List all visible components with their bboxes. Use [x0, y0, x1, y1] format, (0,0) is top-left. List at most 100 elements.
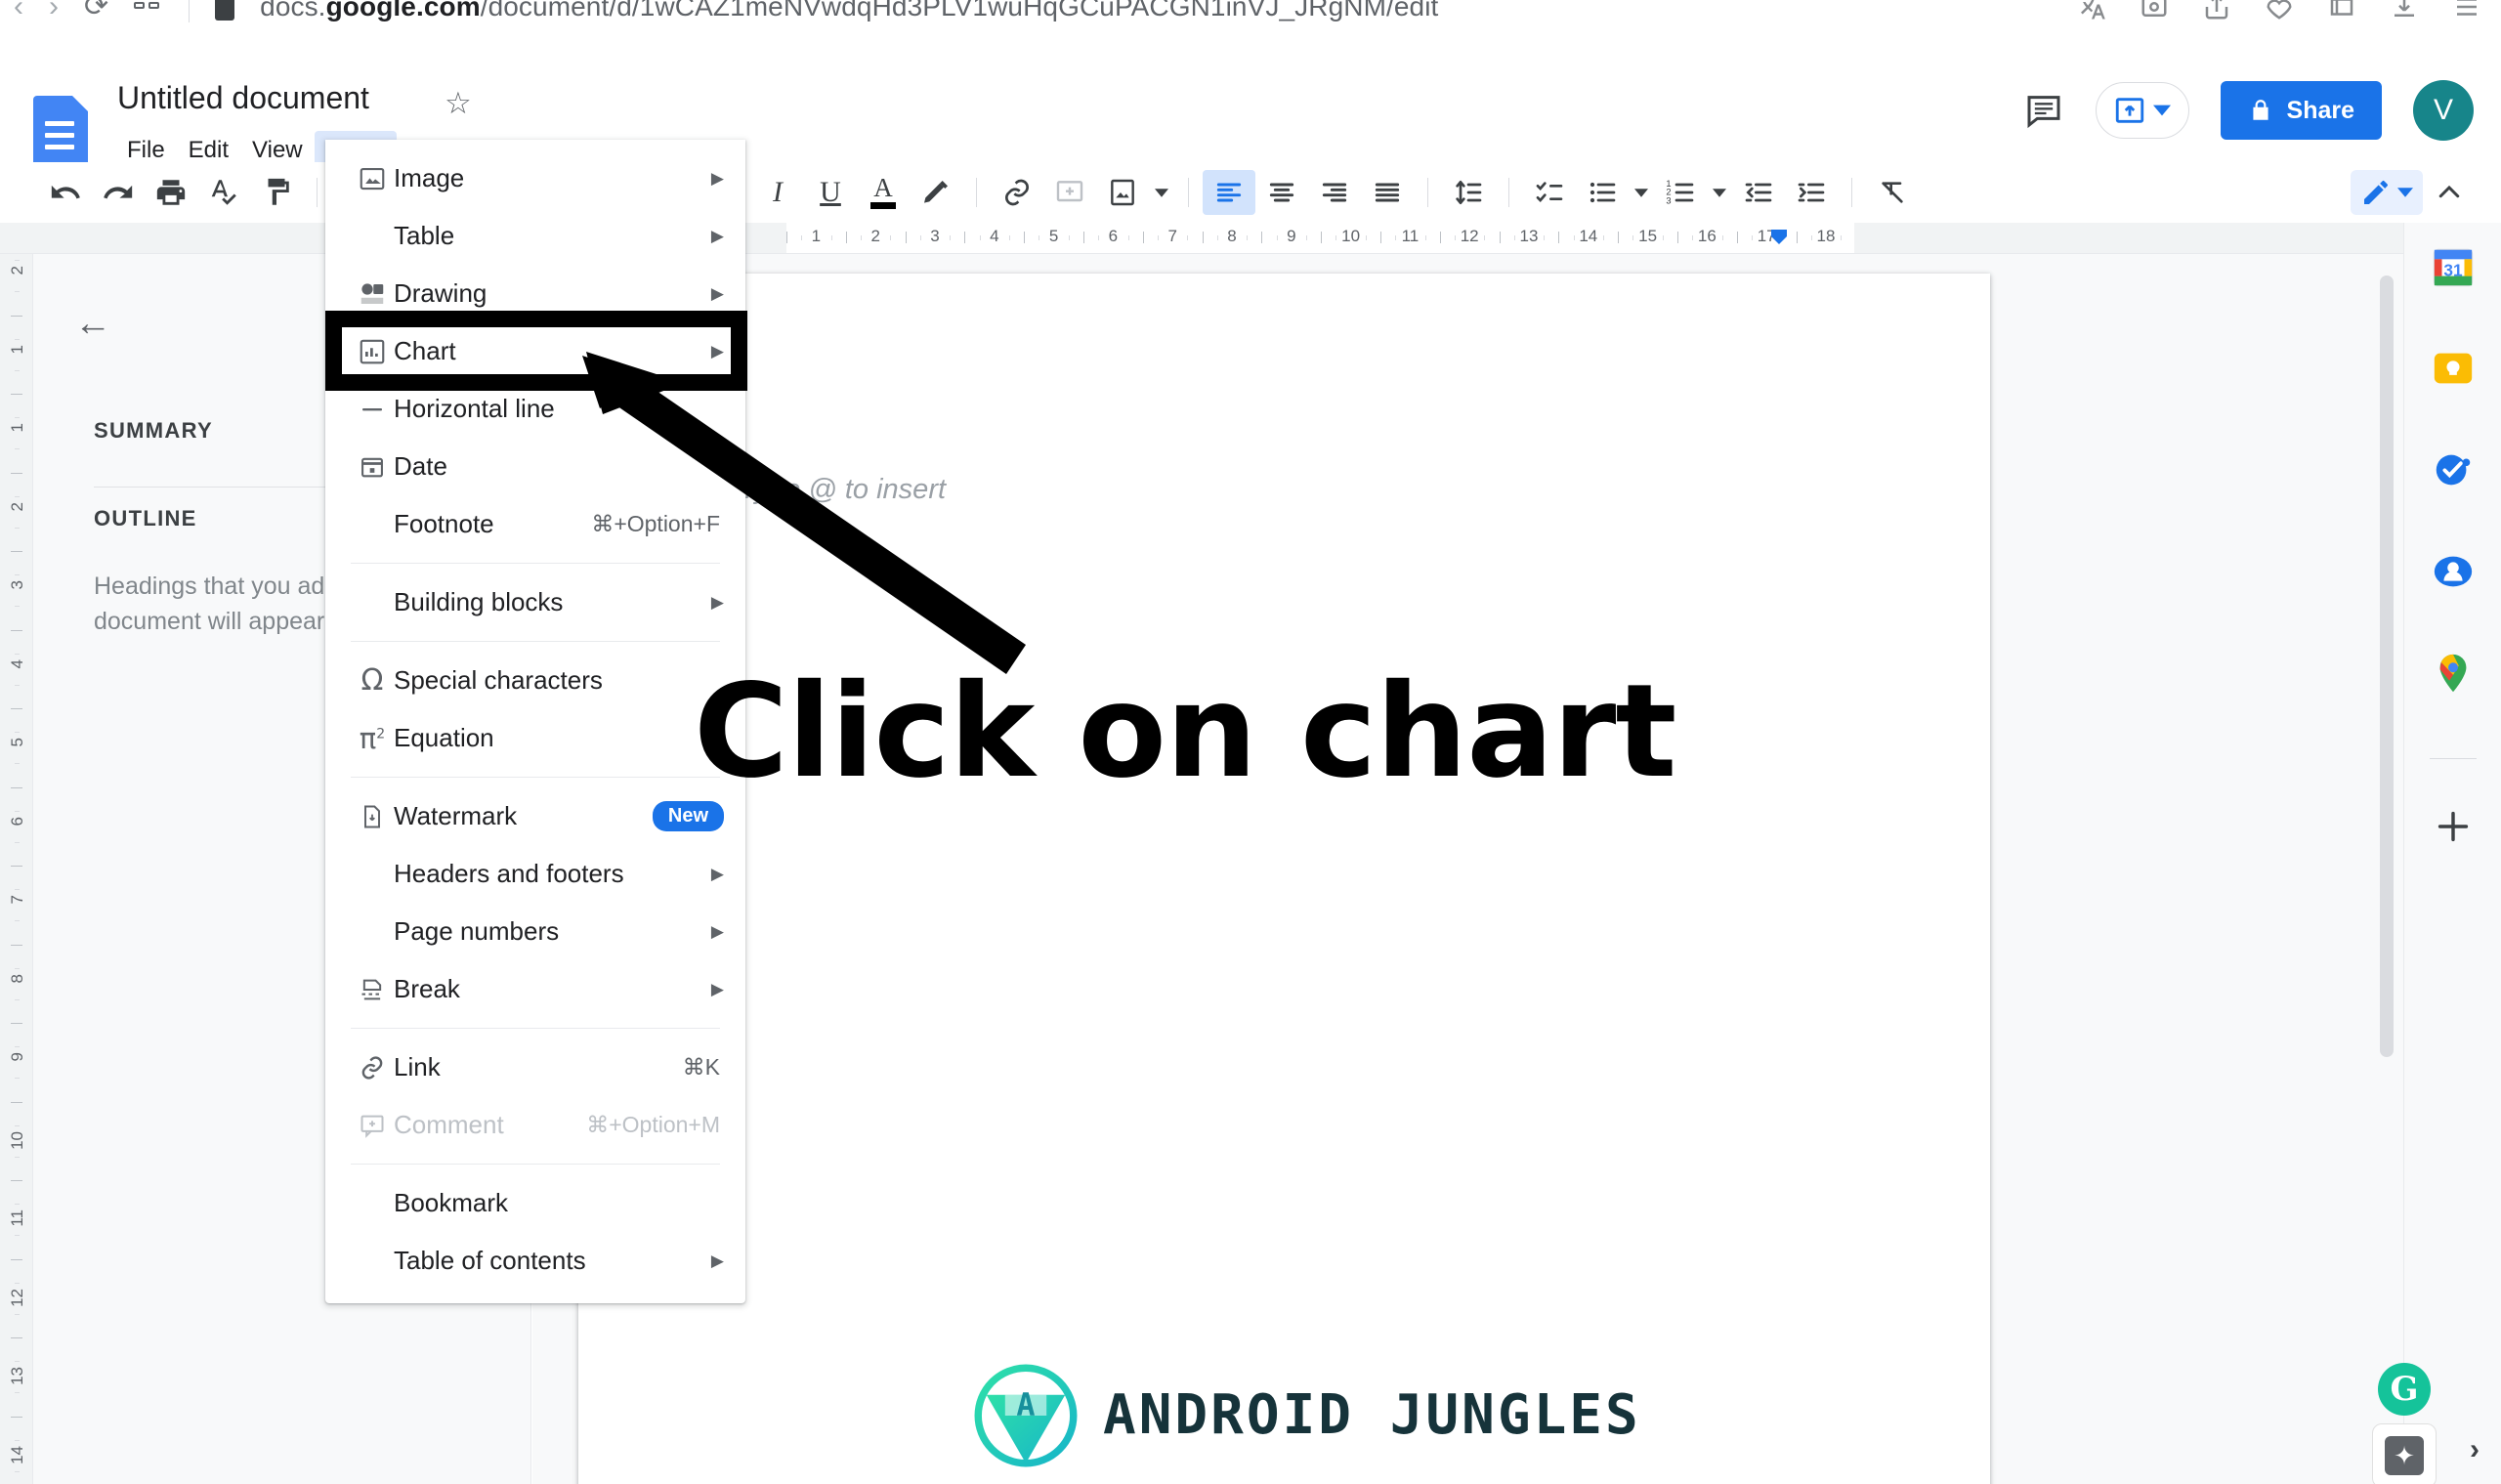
menu-item-table-of-contents[interactable]: Table of contents ▶ [325, 1232, 745, 1290]
star-icon[interactable]: ☆ [445, 86, 472, 121]
underline-button[interactable]: U [804, 170, 857, 215]
redo-icon[interactable] [92, 170, 145, 215]
menu-item-label: Link [394, 1052, 441, 1081]
right-indent-marker[interactable] [1768, 227, 1790, 246]
translate-icon[interactable] [2077, 0, 2106, 21]
ruler-tick [15, 810, 20, 812]
italic-button[interactable]: I [751, 170, 804, 215]
browser-back-icon[interactable]: ‹ [14, 0, 23, 21]
ruler-tick [15, 763, 20, 765]
ruler-tick [11, 394, 22, 395]
browser-menu-icon[interactable] [2452, 0, 2481, 21]
menu-item-watermark[interactable]: Watermark New [325, 787, 745, 845]
line-spacing-button[interactable] [1442, 170, 1495, 215]
print-icon[interactable] [145, 170, 197, 215]
share-button[interactable]: Share [2220, 81, 2382, 140]
document-title[interactable]: Untitled document [117, 80, 369, 116]
menu-item-link[interactable]: Link ⌘K [325, 1039, 745, 1096]
menu-item-table[interactable]: Table ▶ [325, 207, 745, 265]
present-button[interactable] [2095, 82, 2189, 139]
menu-item-drawing[interactable]: Drawing ▶ [325, 265, 745, 322]
menu-item-chart[interactable]: Chart ▶ [325, 322, 745, 380]
ruler-tick [1499, 232, 1501, 243]
submenu-arrow-icon: ▶ [710, 921, 724, 941]
ruler-tick [15, 1392, 20, 1394]
ruler-tick-label: 6 [1108, 227, 1119, 245]
menu-item-break[interactable]: Break ▶ [325, 960, 745, 1018]
menu-item-equation[interactable]: π2 Equation [325, 709, 745, 767]
heart-icon[interactable] [2265, 0, 2294, 21]
menu-item-headers-and-footers[interactable]: Headers and footers ▶ [325, 845, 745, 903]
highlight-color-button[interactable] [910, 170, 962, 215]
increase-indent-button[interactable] [1785, 170, 1838, 215]
google-calendar-icon[interactable]: 31 [2431, 244, 2476, 289]
align-left-button[interactable] [1203, 170, 1255, 215]
google-maps-icon[interactable] [2431, 651, 2476, 696]
site-info-icon[interactable] [215, 0, 235, 21]
align-justify-button[interactable] [1361, 170, 1414, 215]
bulleted-list-dropdown-icon[interactable] [1629, 170, 1654, 215]
google-contacts-icon[interactable] [2431, 549, 2476, 594]
menu-item-special-characters[interactable]: Ω Special characters [325, 652, 745, 709]
ruler-tick [1662, 235, 1664, 240]
watermark-text: ANDROID JUNGLES [1103, 1383, 1641, 1447]
insert-image-dropdown-icon[interactable] [1149, 170, 1174, 215]
bulleted-list-button[interactable] [1576, 170, 1629, 215]
ruler-tick [15, 1313, 20, 1315]
spelling-check-icon[interactable] [197, 170, 250, 215]
numbered-list-dropdown-icon[interactable] [1707, 170, 1732, 215]
tab-group-icon[interactable] [134, 0, 163, 16]
ruler-tick-label: 5 [8, 738, 26, 747]
clear-formatting-button[interactable] [1866, 170, 1919, 215]
insert-link-button[interactable] [991, 170, 1043, 215]
editing-mode-button[interactable] [2351, 170, 2423, 215]
screenshot-icon[interactable] [2140, 0, 2169, 21]
google-tasks-icon[interactable] [2431, 447, 2476, 492]
menu-item-image[interactable]: Image ▶ [325, 149, 745, 207]
header-actions: Share V [2023, 80, 2474, 141]
vertical-scrollbar[interactable] [2380, 276, 2394, 1057]
add-on-plus-icon[interactable] [2431, 804, 2476, 849]
align-center-button[interactable] [1255, 170, 1308, 215]
expand-panel-chevron-icon[interactable]: › [2470, 1433, 2480, 1466]
undo-icon[interactable] [39, 170, 92, 215]
menu-item-bookmark[interactable]: Bookmark [325, 1174, 745, 1232]
address-bar[interactable]: docs.google.com/document/d/1wCAZ1meNVwdq… [260, 0, 1438, 22]
share-icon[interactable] [2202, 0, 2231, 21]
browser-reload-icon[interactable]: ⟳ [84, 0, 108, 21]
image-icon [351, 164, 394, 193]
checklist-button[interactable] [1523, 170, 1576, 215]
numbered-list-button[interactable]: 123 [1654, 170, 1707, 215]
ruler-tick [861, 235, 862, 240]
extension-icon[interactable] [2327, 0, 2356, 21]
document-page[interactable]: Type @ to insert A ANDROID JUNGLES [578, 274, 1990, 1484]
text-color-button[interactable]: A [857, 170, 910, 215]
avatar[interactable]: V [2413, 80, 2474, 141]
ruler-tick [15, 1470, 20, 1472]
add-comment-button[interactable] [1043, 170, 1096, 215]
ruler-tick [1692, 235, 1694, 240]
comment-history-icon[interactable] [2023, 91, 2064, 130]
decrease-indent-button[interactable] [1732, 170, 1785, 215]
grammarly-badge[interactable]: G [2378, 1363, 2431, 1416]
collapse-toolbar-button[interactable] [2423, 170, 2476, 215]
download-icon[interactable] [2390, 0, 2419, 21]
align-right-button[interactable] [1308, 170, 1361, 215]
divider [317, 178, 318, 207]
ruler-tick [15, 653, 20, 655]
browser-forward-icon[interactable]: › [49, 0, 59, 21]
ruler-tick [15, 1204, 20, 1206]
menu-item-horizontal-line[interactable]: Horizontal line [325, 380, 745, 438]
annotation-text: Click on chart [694, 657, 1676, 807]
explore-button[interactable]: ✦ [2372, 1423, 2437, 1484]
menu-item-date[interactable]: Date [325, 438, 745, 495]
divider [1508, 178, 1509, 207]
insert-image-button[interactable] [1096, 170, 1149, 215]
vertical-ruler[interactable]: 21123456789101112131415 [0, 254, 33, 1484]
paint-format-icon[interactable] [250, 170, 303, 215]
back-arrow-icon[interactable]: ← [74, 303, 111, 345]
menu-item-building-blocks[interactable]: Building blocks ▶ [325, 573, 745, 631]
menu-item-footnote[interactable]: Footnote ⌘+Option+F [325, 495, 745, 553]
google-keep-icon[interactable] [2431, 346, 2476, 391]
menu-item-page-numbers[interactable]: Page numbers ▶ [325, 903, 745, 960]
